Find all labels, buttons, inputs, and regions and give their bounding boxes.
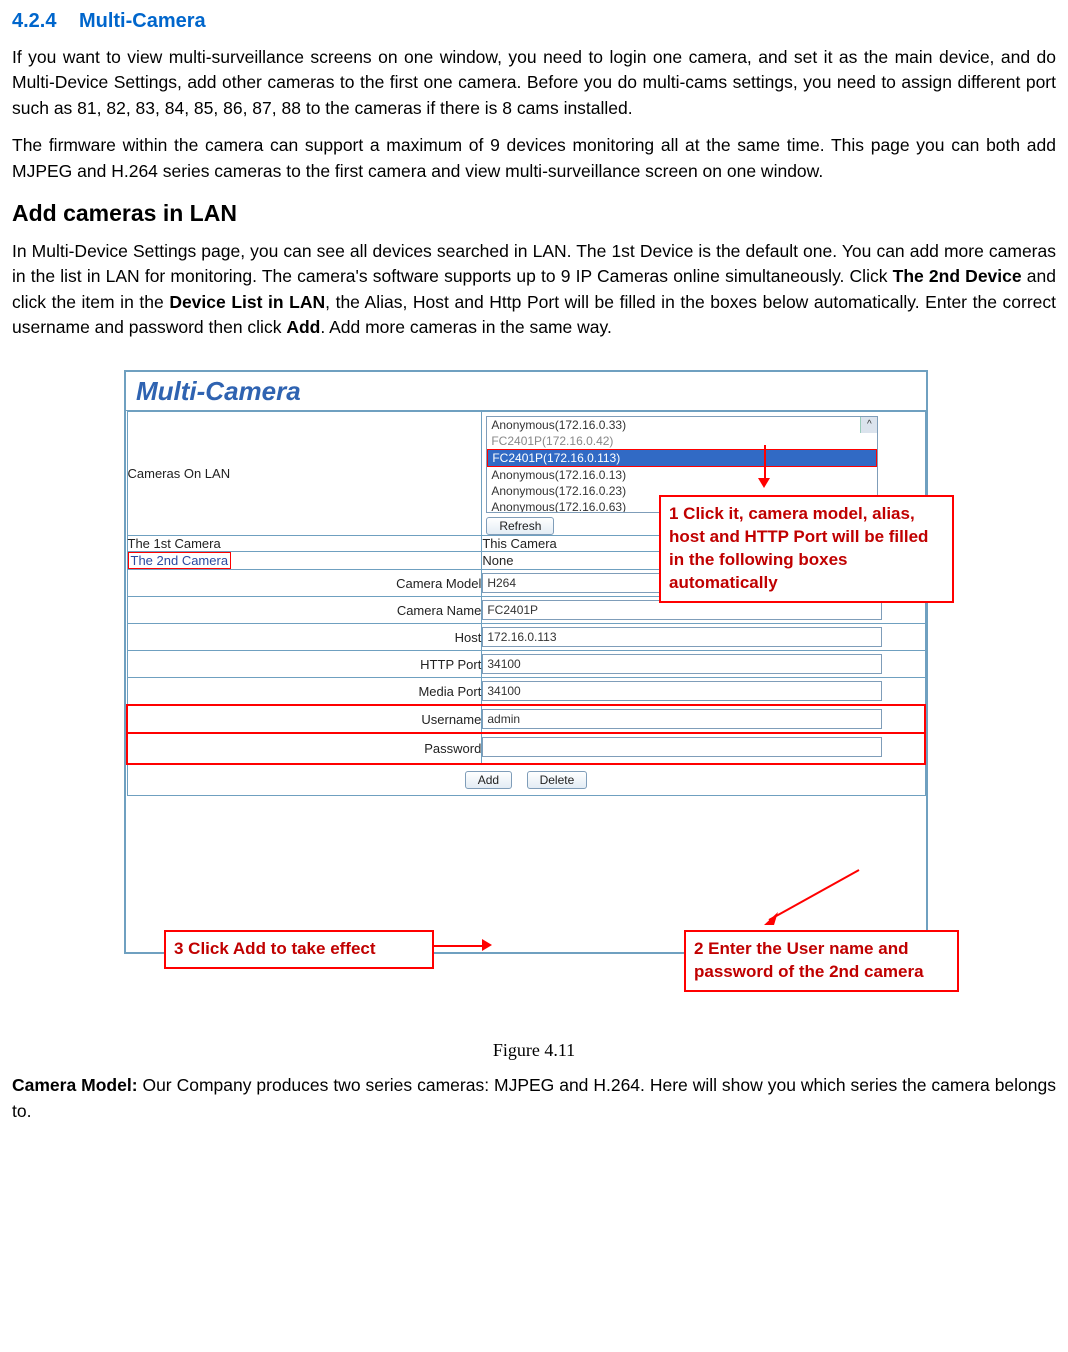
section-heading: 4.2.4 Multi-Camera (12, 10, 1056, 33)
label-username: Username (127, 705, 482, 733)
arrow-line (429, 945, 484, 947)
callout-3: 3 Click Add to take effect (164, 930, 434, 969)
multi-camera-panel: Multi-Camera Cameras On LAN Anonymous(17… (124, 370, 928, 954)
label-1st-camera: The 1st Camera (127, 536, 482, 552)
label-camera-name: Camera Name (127, 597, 482, 624)
delete-button[interactable]: Delete (527, 771, 588, 789)
media-port-input[interactable]: 34100 (482, 681, 882, 701)
row-http-port: HTTP Port 34100 (127, 651, 925, 678)
scroll-up-icon[interactable]: ^ (860, 417, 877, 433)
paragraph-2: The firmware within the camera can suppo… (12, 133, 1056, 184)
label-http-port: HTTP Port (127, 651, 482, 678)
arrow-line (764, 445, 766, 480)
row-media-port: Media Port 34100 (127, 678, 925, 706)
password-input[interactable] (482, 737, 882, 757)
row-host: Host 172.16.0.113 (127, 624, 925, 651)
section-title: Multi-Camera (79, 10, 206, 32)
section-number: 4.2.4 (12, 10, 56, 32)
paragraph-3: In Multi-Device Settings page, you can s… (12, 239, 1056, 341)
list-item[interactable]: Anonymous(172.16.0.13) (487, 467, 877, 483)
list-item[interactable]: FC2401P(172.16.0.42) (487, 433, 877, 449)
panel-title: Multi-Camera (126, 372, 926, 411)
camera-model-text: Our Company produces two series cameras:… (12, 1075, 1056, 1120)
paragraph-1: If you want to view multi-surveillance s… (12, 45, 1056, 121)
arrow-down-icon (758, 478, 770, 488)
label-media-port: Media Port (127, 678, 482, 706)
refresh-button[interactable]: Refresh (486, 517, 554, 535)
label-cameras-on-lan: Cameras On LAN (127, 412, 482, 536)
label-camera-model: Camera Model (127, 570, 482, 597)
list-item-selected[interactable]: FC2401P(172.16.0.113) (487, 449, 877, 467)
row-username: Username admin (127, 705, 925, 733)
camera-model-label: Camera Model: (12, 1075, 138, 1095)
row-password: Password (127, 733, 925, 764)
label-password: Password (127, 733, 482, 764)
p3-bold-3: Add (286, 317, 320, 337)
label-host: Host (127, 624, 482, 651)
paragraph-4: Camera Model: Our Company produces two s… (12, 1073, 1056, 1124)
row-actions: Add Delete (127, 764, 925, 796)
callout-1: 1 Click it, camera model, alias, host an… (659, 495, 954, 603)
callout-2: 2 Enter the User name and password of th… (684, 930, 959, 992)
figure-container: Multi-Camera Cameras On LAN Anonymous(17… (124, 370, 944, 1000)
camera-name-input[interactable]: FC2401P (482, 600, 882, 620)
http-port-input[interactable]: 34100 (482, 654, 882, 674)
p3-bold-2: Device List in LAN (169, 292, 325, 312)
p3-bold-1: The 2nd Device (893, 266, 1022, 286)
arrow-diagonal-icon (764, 870, 864, 930)
label-2nd-camera[interactable]: The 2nd Camera (127, 552, 482, 570)
username-input[interactable]: admin (482, 709, 882, 729)
list-item[interactable]: Anonymous(172.16.0.33) (487, 417, 877, 433)
2nd-camera-link[interactable]: The 2nd Camera (128, 552, 232, 569)
add-button[interactable]: Add (465, 771, 512, 789)
settings-table: Cameras On LAN Anonymous(172.16.0.33) FC… (126, 411, 926, 796)
subheading-add-lan: Add cameras in LAN (12, 200, 1056, 227)
figure-caption: Figure 4.11 (12, 1040, 1056, 1061)
host-input[interactable]: 172.16.0.113 (482, 627, 882, 647)
p3-text-g: . Add more cameras in the same way. (320, 317, 611, 337)
arrow-left-icon (482, 939, 492, 951)
